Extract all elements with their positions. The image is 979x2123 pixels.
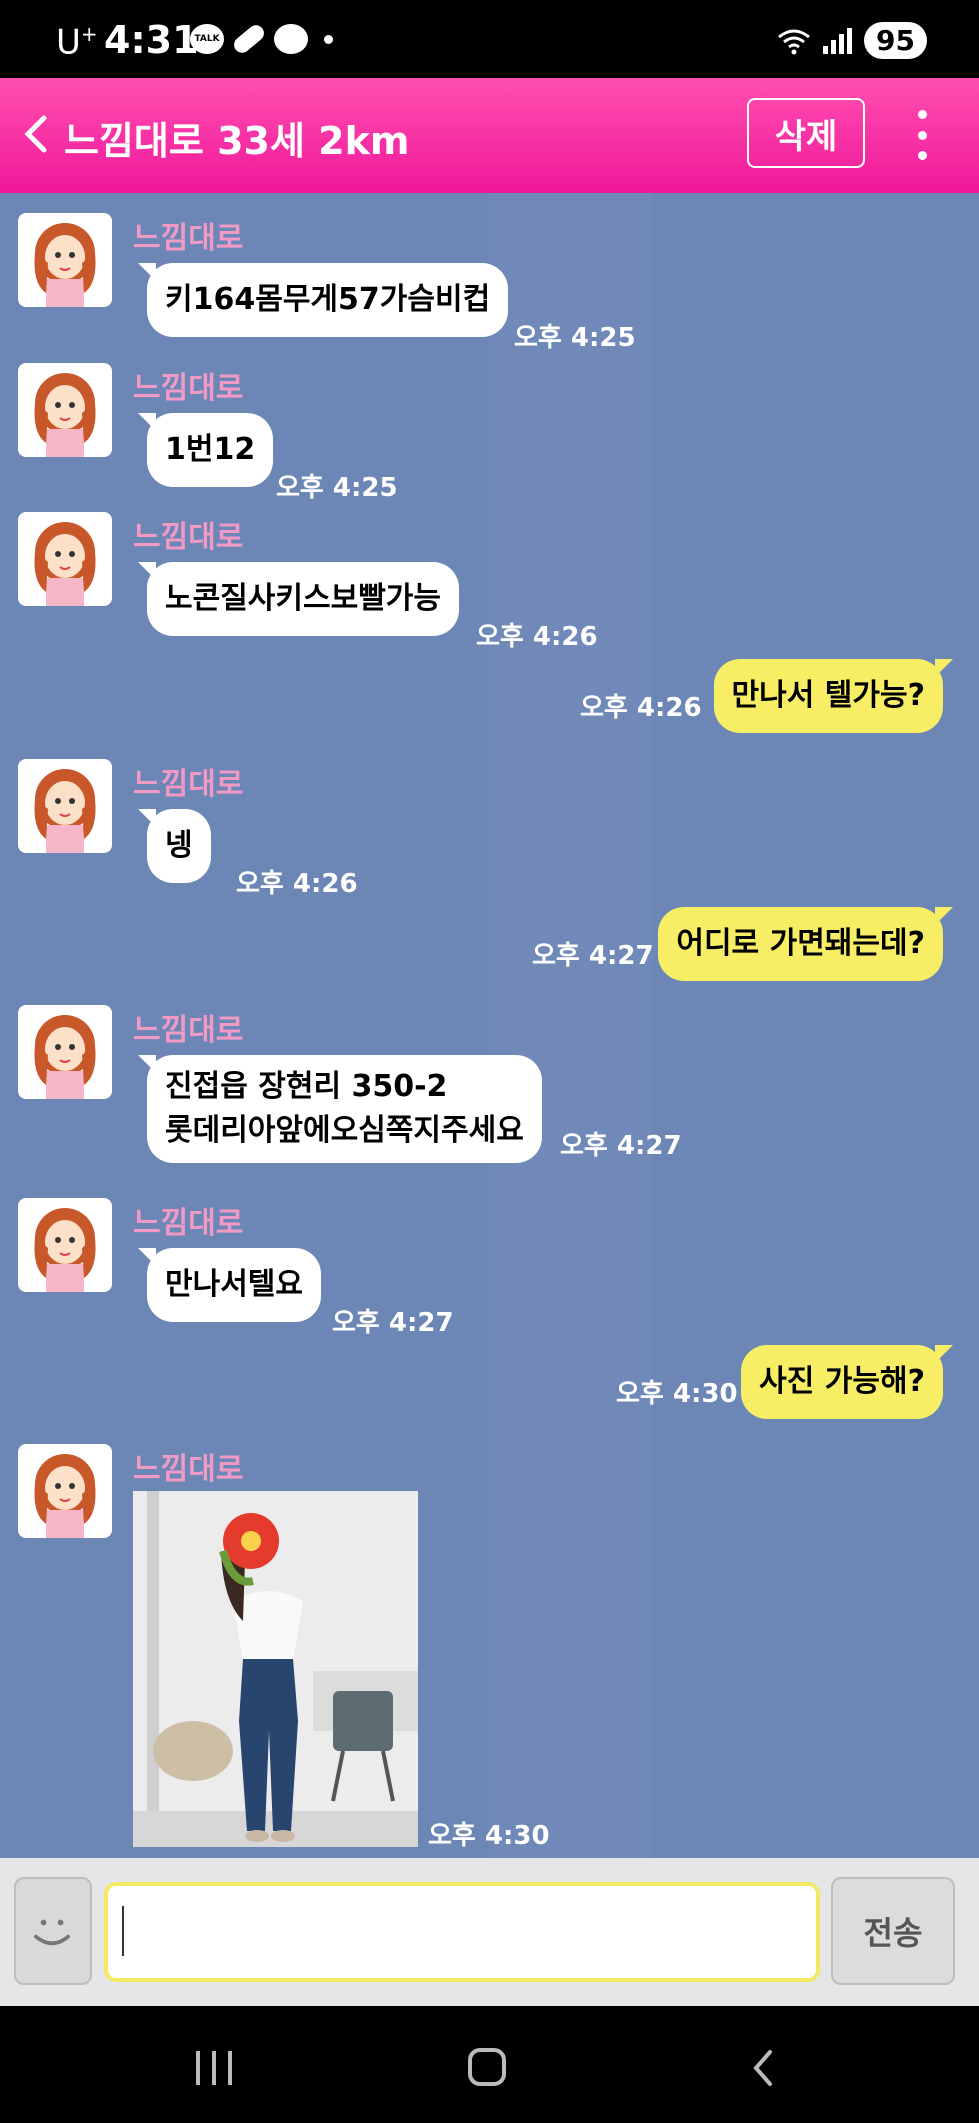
clock: 4:31 [104,18,199,62]
send-button[interactable]: 전송 [831,1877,955,1985]
avatar[interactable] [18,1005,112,1099]
wifi-icon [778,29,810,54]
message-time: 오후 4:30 [616,1379,738,1409]
smiley-icon [34,1919,71,1946]
message-time: 오후 4:25 [514,323,636,353]
message-bubble[interactable]: 넹 [138,809,211,883]
message-time: 오후 4:27 [560,1131,682,1161]
message-bubble[interactable]: 키164몸무게57가슴비컵 [137,263,509,337]
home-icon[interactable] [468,2048,506,2086]
status-bar: U+ 4:31 TALK 95 [0,0,979,78]
avatar[interactable] [18,213,112,307]
carrier-label: U+ [56,22,98,63]
message-time: 오후 4:27 [332,1308,454,1338]
message-line: 진접읍 장현리 350-2 [165,1069,448,1104]
photo-message[interactable] [133,1491,418,1847]
app-badge-icon [274,24,308,54]
sender-name: 느낌대로 [133,1206,244,1241]
message-bubble[interactable]: 만나서 텔가능? [713,659,954,733]
message-bubble[interactable]: 노콘질사키스보빨가능 [138,562,459,636]
chat-header: 느낌대로 33세 2km 삭제 [0,78,979,193]
back-icon[interactable] [748,2048,778,2088]
avatar[interactable] [18,759,112,853]
more-options-icon[interactable] [916,110,928,160]
sender-name: 느낌대로 [133,1452,244,1487]
sender-name: 느낌대로 [133,371,244,406]
sender-name: 느낌대로 [133,767,244,802]
sender-name: 느낌대로 [133,520,244,555]
chat-area[interactable]: 느낌대로 키164몸무게57가슴비컵 오후 4:25 느낌대로 1번12 오후 … [0,193,979,1858]
message-time: 오후 4:30 [428,1821,550,1851]
talk-icon: TALK [190,24,224,54]
message-time: 오후 4:26 [236,869,358,899]
message-input[interactable] [104,1882,820,1982]
message-time: 오후 4:26 [476,622,598,652]
avatar[interactable] [18,363,112,457]
recents-icon[interactable] [196,2051,232,2085]
input-bar: 전송 [0,1858,979,2006]
system-nav-bar [0,2006,979,2123]
notification-icons: TALK [190,21,333,57]
avatar[interactable] [18,512,112,606]
message-time: 오후 4:26 [580,693,702,723]
battery-indicator: 95 [864,22,927,59]
message-bubble[interactable]: 1번12 [137,413,274,487]
message-bubble[interactable]: 사진 가능해? [741,1345,953,1419]
back-arrow-icon[interactable] [22,114,50,154]
sender-name: 느낌대로 [133,221,244,256]
signal-icon [823,27,853,54]
message-bubble[interactable]: 만나서텔요 [138,1248,321,1322]
emoticon-button[interactable] [14,1877,92,1985]
pill-icon [230,21,268,57]
chat-title: 느낌대로 33세 2km [64,119,410,163]
sender-name: 느낌대로 [133,1013,244,1048]
message-bubble[interactable]: 어디로 가면돼는데? [658,907,953,981]
message-bubble[interactable]: 진접읍 장현리 350-2 롯데리아앞에오심쪽지주세요 [138,1055,542,1163]
message-line: 롯데리아앞에오심쪽지주세요 [165,1113,524,1148]
message-time: 오후 4:25 [276,473,398,503]
more-notifications-icon [324,34,333,44]
message-time: 오후 4:27 [532,941,654,971]
avatar[interactable] [18,1198,112,1292]
avatar[interactable] [18,1444,112,1538]
delete-button[interactable]: 삭제 [747,98,865,168]
text-cursor [122,1906,124,1956]
